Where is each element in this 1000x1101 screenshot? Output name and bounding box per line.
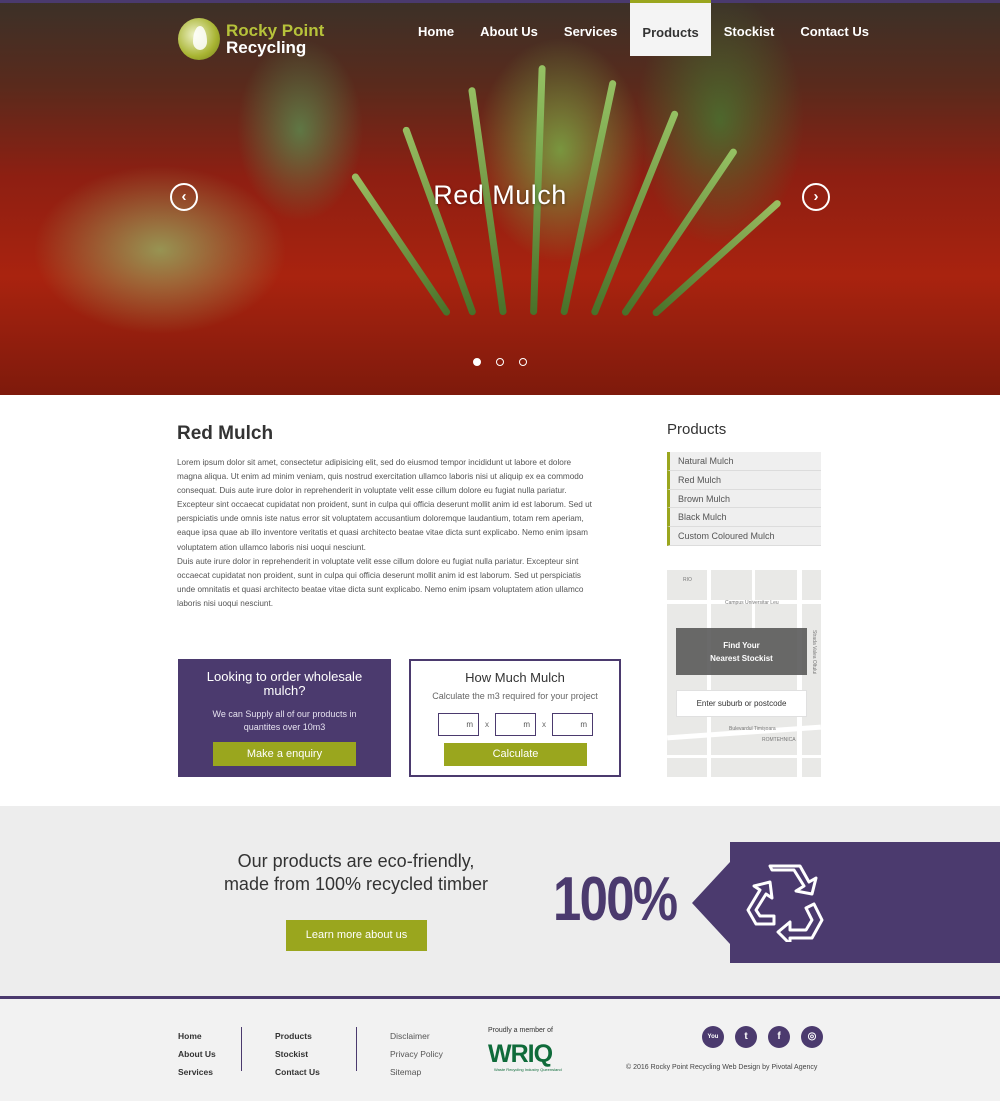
- nav-contact-us[interactable]: Contact Us: [787, 0, 882, 56]
- depth-input[interactable]: m: [552, 713, 593, 736]
- wriq-logo[interactable]: WRIQ: [488, 1040, 553, 1069]
- social-links: You t f ◎: [702, 1026, 823, 1048]
- hundred-percent-label: 100%: [553, 865, 678, 934]
- sidebar-title: Products: [667, 421, 727, 438]
- map-street-label: RIO: [683, 577, 692, 583]
- eco-line2: made from 100% recycled timber: [223, 874, 489, 894]
- copyright: © 2016 Rocky Point Recycling Web Design …: [626, 1064, 818, 1071]
- map-street-label: Bulevardul Timișoara: [729, 726, 776, 732]
- site-logo[interactable]: Rocky Point Recycling: [178, 18, 324, 60]
- length-input[interactable]: m: [438, 713, 479, 736]
- footer-link-disclaimer[interactable]: Disclaimer: [390, 1027, 443, 1045]
- description-paragraph-2: Duis aute irure dolor in reprehenderit i…: [177, 556, 584, 608]
- instagram-icon[interactable]: ◎: [801, 1026, 823, 1048]
- footer-divider: [356, 1027, 357, 1071]
- eco-arrow-shape: [692, 862, 730, 944]
- footer-links-col3: Disclaimer Privacy Policy Sitemap: [390, 1027, 443, 1081]
- sidebar-item-natural-mulch[interactable]: Natural Mulch: [667, 452, 821, 471]
- footer-link-sitemap[interactable]: Sitemap: [390, 1063, 443, 1081]
- overlay-line2: Nearest Stockist: [710, 654, 773, 663]
- logo-text-line2: Recycling: [226, 38, 307, 57]
- main-nav: Home About Us Services Products Stockist…: [405, 0, 882, 56]
- slider-dot-1[interactable]: [473, 358, 481, 366]
- member-label: Proudly a member of: [488, 1027, 553, 1034]
- footer-link-stockist[interactable]: Stockist: [275, 1045, 320, 1063]
- wholesale-box: Looking to order wholesale mulch? We can…: [178, 659, 391, 777]
- map-street-label: Strada Valea Oltului: [811, 630, 817, 675]
- eco-message: Our products are eco-friendly, made from…: [206, 850, 506, 896]
- mulch-calculator: How Much Mulch Calculate the m3 required…: [409, 659, 621, 777]
- calculator-subtitle: Calculate the m3 required for your proje…: [432, 691, 598, 701]
- footer-link-contact-us[interactable]: Contact Us: [275, 1063, 320, 1081]
- product-description: Lorem ipsum dolor sit amet, consectetur …: [177, 456, 597, 611]
- slider-next-button[interactable]: ›: [802, 183, 830, 211]
- footer-link-home[interactable]: Home: [178, 1027, 216, 1045]
- twitter-icon[interactable]: t: [735, 1026, 757, 1048]
- hero-image-decoration: [651, 198, 783, 318]
- sidebar-item-brown-mulch[interactable]: Brown Mulch: [667, 489, 821, 509]
- wholesale-text: We can Supply all of our products in qua…: [212, 709, 357, 732]
- chevron-right-icon: ›: [813, 188, 819, 205]
- footer-link-products[interactable]: Products: [275, 1027, 320, 1045]
- width-input[interactable]: m: [495, 713, 536, 736]
- wriq-subtitle: Waste Recycling Industry Queensland: [494, 1067, 562, 1072]
- facebook-icon[interactable]: f: [768, 1026, 790, 1048]
- slider-dot-2[interactable]: [496, 358, 504, 366]
- footer-links-col1: Home About Us Services: [178, 1027, 216, 1081]
- multiply-sign: x: [542, 720, 546, 729]
- logo-text-line1: Rocky Point: [226, 21, 325, 40]
- footer-links-col2: Products Stockist Contact Us: [275, 1027, 320, 1081]
- calculator-heading: How Much Mulch: [465, 670, 565, 685]
- postcode-search-input[interactable]: Enter suburb or postcode: [676, 690, 807, 717]
- overlay-line1: Find Your: [723, 641, 760, 650]
- hero-title: Red Mulch: [433, 180, 567, 210]
- multiply-sign: x: [485, 720, 489, 729]
- product-list: Natural Mulch Red Mulch Brown Mulch Blac…: [667, 452, 821, 546]
- youtube-icon[interactable]: You: [702, 1026, 724, 1048]
- find-stockist-overlay: Find Your Nearest Stockist: [676, 628, 807, 675]
- footer: Home About Us Services Products Stockist…: [0, 999, 1000, 1101]
- eco-band: Our products are eco-friendly, made from…: [0, 806, 1000, 996]
- wholesale-heading: Looking to order wholesale mulch?: [206, 669, 363, 698]
- nav-stockist[interactable]: Stockist: [711, 0, 788, 56]
- stockist-map[interactable]: RIO Campus Universitar Leu Bulevardul Ti…: [667, 570, 821, 777]
- description-paragraph-1: Lorem ipsum dolor sit amet, consectetur …: [177, 458, 592, 552]
- recycle-icon: [746, 864, 824, 942]
- sidebar-item-custom-coloured-mulch[interactable]: Custom Coloured Mulch: [667, 527, 821, 546]
- footer-link-privacy-policy[interactable]: Privacy Policy: [390, 1045, 443, 1063]
- map-road: [667, 755, 821, 758]
- calculate-button[interactable]: Calculate: [444, 743, 587, 766]
- footer-link-about-us[interactable]: About Us: [178, 1045, 216, 1063]
- footer-divider: [241, 1027, 242, 1071]
- slider-dots: [473, 358, 527, 366]
- nav-products[interactable]: Products: [630, 0, 711, 56]
- map-street-label: Campus Universitar Leu: [725, 600, 779, 606]
- page-title: Red Mulch: [177, 423, 274, 444]
- sidebar-item-red-mulch[interactable]: Red Mulch: [667, 470, 821, 490]
- map-street-label: ROMTEHNICA: [762, 737, 796, 743]
- nav-home[interactable]: Home: [405, 0, 467, 56]
- logo-leaf-icon: [178, 18, 220, 60]
- nav-services[interactable]: Services: [551, 0, 631, 56]
- slider-dot-3[interactable]: [519, 358, 527, 366]
- calculator-inputs: m x m x m: [438, 713, 593, 736]
- eco-line1: Our products are eco-friendly,: [237, 851, 475, 871]
- footer-link-services[interactable]: Services: [178, 1063, 216, 1081]
- chevron-left-icon: ‹: [181, 188, 187, 205]
- slider-prev-button[interactable]: ‹: [170, 183, 198, 211]
- enquiry-button[interactable]: Make a enquiry: [213, 742, 356, 766]
- hero-image-decoration: [401, 125, 477, 317]
- learn-more-button[interactable]: Learn more about us: [286, 920, 427, 951]
- sidebar-item-black-mulch[interactable]: Black Mulch: [667, 508, 821, 528]
- nav-about-us[interactable]: About Us: [467, 0, 551, 56]
